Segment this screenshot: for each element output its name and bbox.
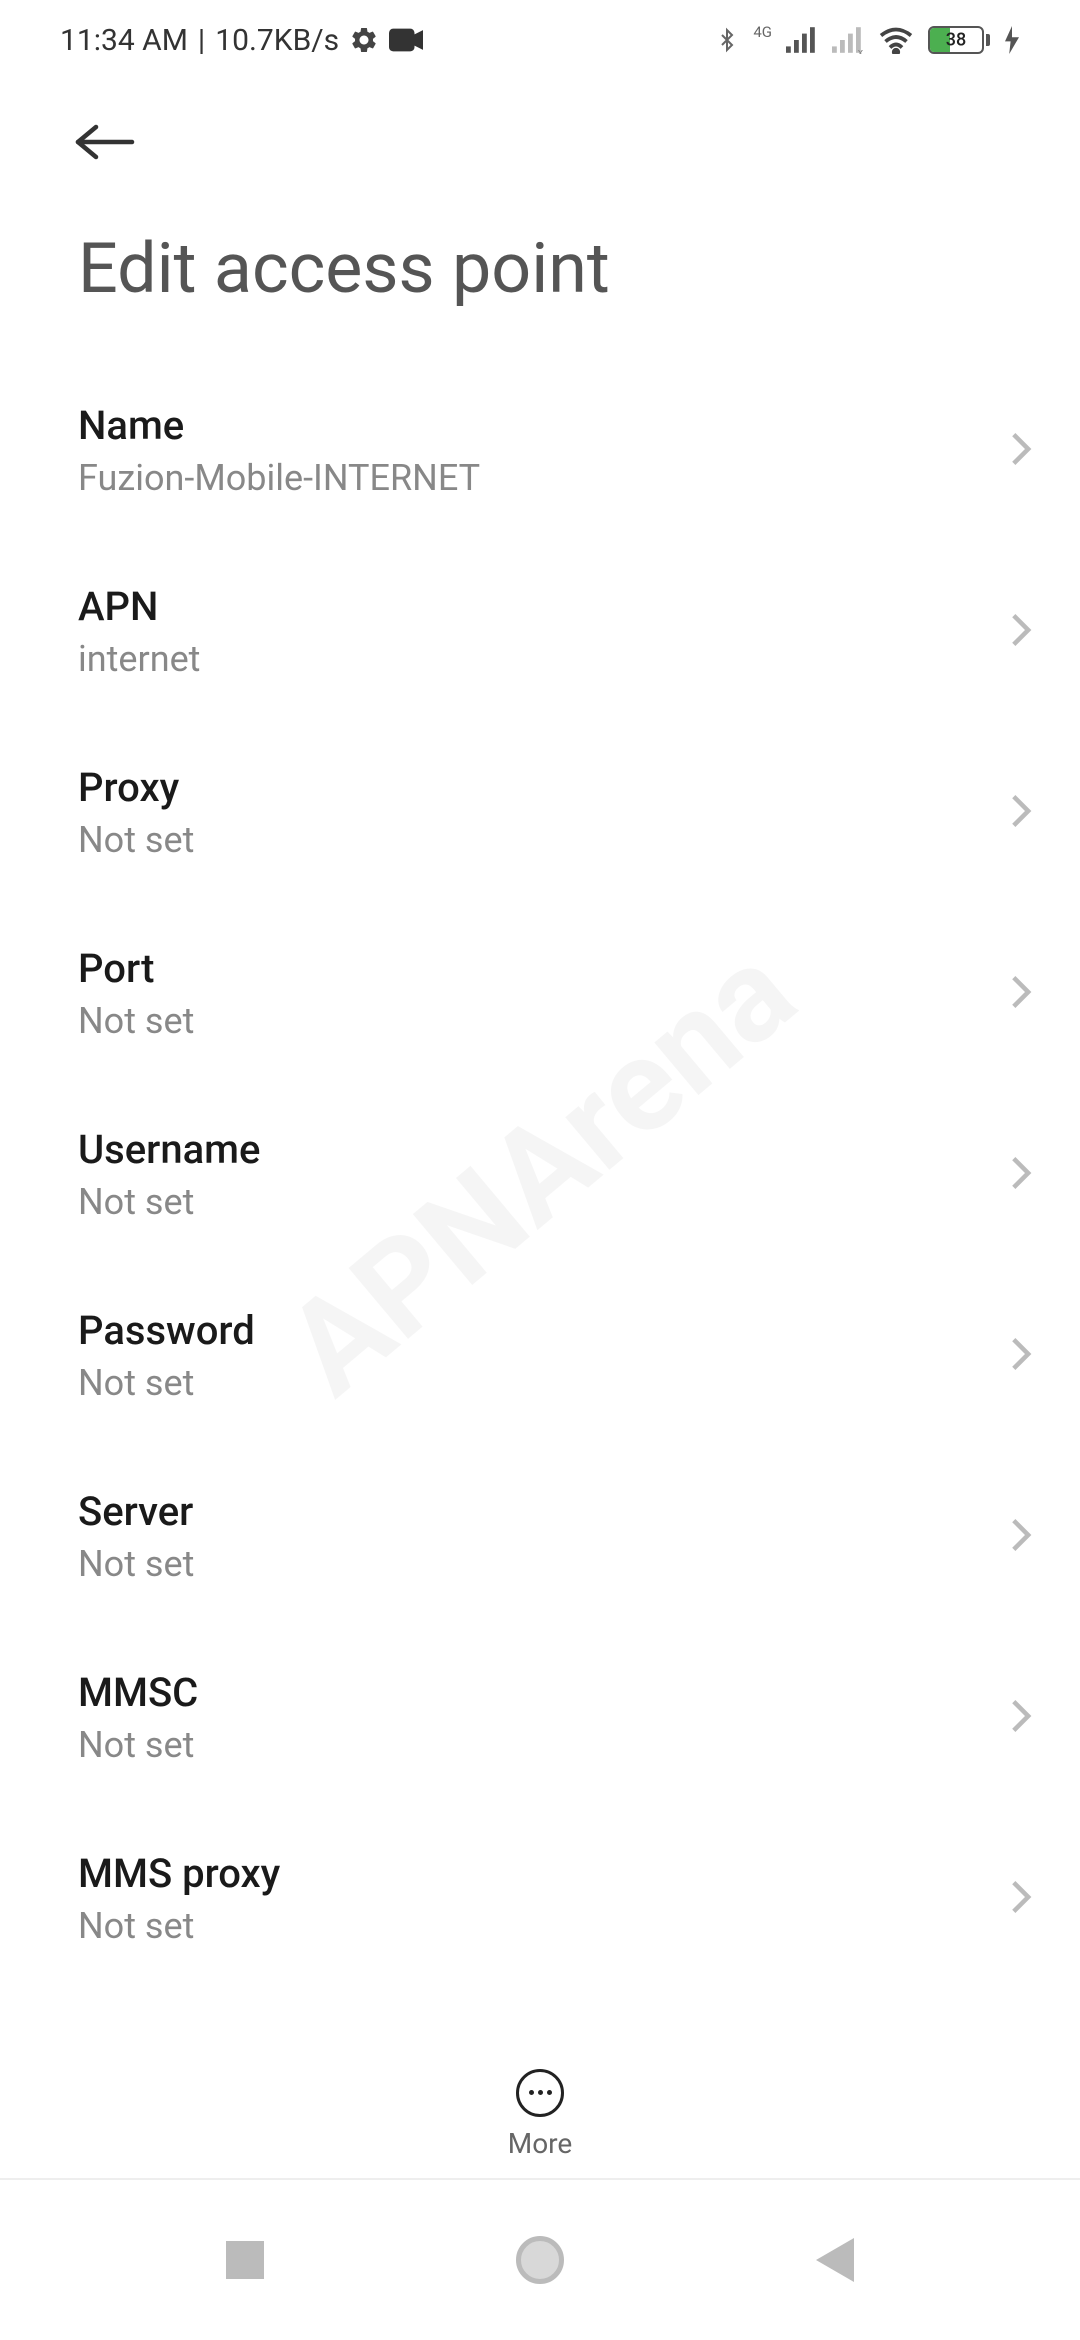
settings-icon: [349, 25, 379, 55]
charging-icon: [1004, 26, 1020, 54]
chevron-right-icon: [1010, 1155, 1032, 1195]
chevron-right-icon: [1010, 793, 1032, 833]
chevron-right-icon: [1010, 1879, 1032, 1919]
setting-row-server[interactable]: Server Not set: [78, 1446, 1032, 1627]
status-separator: |: [198, 23, 205, 58]
chevron-right-icon: [1010, 431, 1032, 471]
setting-row-mms-proxy[interactable]: MMS proxy Not set: [78, 1808, 1032, 1989]
navigation-bar: [0, 2180, 1080, 2340]
chevron-right-icon: [1010, 974, 1032, 1014]
chevron-right-icon: [1010, 612, 1032, 652]
setting-row-name[interactable]: Name Fuzion-Mobile-INTERNET: [78, 360, 1032, 541]
setting-row-username[interactable]: Username Not set: [78, 1084, 1032, 1265]
setting-label: APN: [78, 583, 200, 630]
setting-label: Password: [78, 1307, 255, 1354]
chevron-right-icon: [1010, 1336, 1032, 1376]
setting-value: Not set: [78, 1000, 194, 1042]
setting-label: MMS proxy: [78, 1850, 280, 1897]
network-4g-label: 4G: [753, 23, 772, 41]
setting-label: MMSC: [78, 1669, 198, 1716]
setting-label: Name: [78, 402, 480, 449]
status-left: 11:34 AM | 10.7KB/s: [60, 23, 423, 58]
setting-value: Not set: [78, 819, 194, 861]
more-label: More: [508, 2127, 573, 2160]
battery-icon: 38: [928, 26, 990, 54]
setting-value: internet: [78, 638, 200, 680]
setting-row-port[interactable]: Port Not set: [78, 903, 1032, 1084]
setting-value: Not set: [78, 1181, 260, 1223]
setting-value: Not set: [78, 1362, 255, 1404]
svg-text:x: x: [858, 46, 864, 54]
camera-icon: [389, 28, 423, 52]
setting-row-mmsc[interactable]: MMSC Not set: [78, 1627, 1032, 1808]
setting-label: Proxy: [78, 764, 194, 811]
setting-row-password[interactable]: Password Not set: [78, 1265, 1032, 1446]
setting-label: Username: [78, 1126, 260, 1173]
status-time: 11:34 AM: [60, 23, 188, 58]
setting-label: Port: [78, 945, 194, 992]
page-title: Edit access point: [0, 168, 1080, 360]
battery-percent: 38: [946, 30, 966, 51]
setting-row-proxy[interactable]: Proxy Not set: [78, 722, 1032, 903]
status-bar: 11:34 AM | 10.7KB/s 4G x 38: [0, 0, 1080, 80]
nav-back-button[interactable]: [816, 2238, 854, 2282]
setting-value: Fuzion-Mobile-INTERNET: [78, 457, 480, 499]
status-data-rate: 10.7KB/s: [215, 23, 339, 58]
nav-home-button[interactable]: [516, 2236, 564, 2284]
back-button[interactable]: [0, 80, 1080, 168]
setting-value: Not set: [78, 1724, 198, 1766]
setting-row-apn[interactable]: APN internet: [78, 541, 1032, 722]
signal-icon-2: x: [832, 26, 864, 54]
chevron-right-icon: [1010, 1517, 1032, 1557]
wifi-icon: [878, 26, 914, 54]
more-icon: [516, 2069, 564, 2117]
status-right: 4G x 38: [715, 24, 1020, 56]
signal-icon-1: [786, 26, 818, 54]
setting-value: Not set: [78, 1543, 194, 1585]
setting-value: Not set: [78, 1905, 280, 1947]
setting-label: Server: [78, 1488, 194, 1535]
more-button[interactable]: More: [0, 2050, 1080, 2180]
chevron-right-icon: [1010, 1698, 1032, 1738]
bluetooth-icon: [715, 24, 739, 56]
settings-list: Name Fuzion-Mobile-INTERNET APN internet…: [0, 360, 1080, 1989]
nav-recent-button[interactable]: [226, 2241, 264, 2279]
